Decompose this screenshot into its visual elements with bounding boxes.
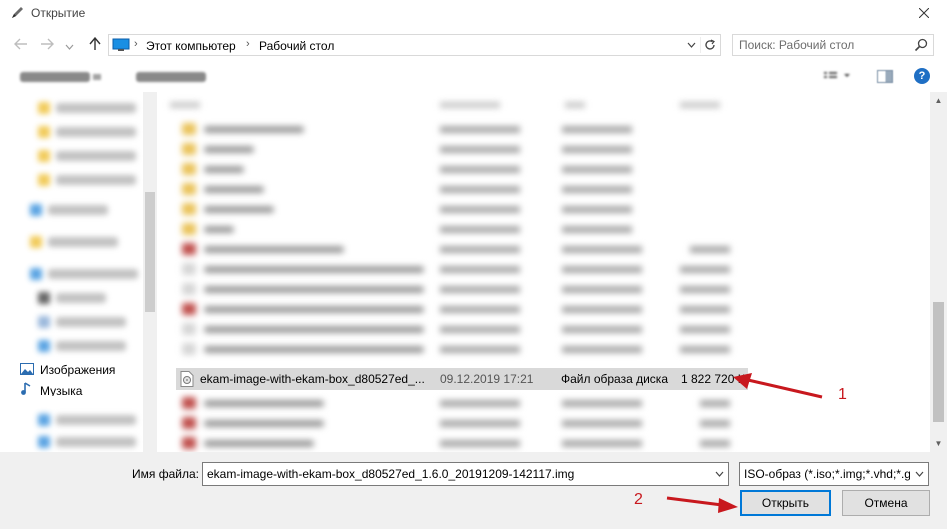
navigation-bar: › Этот компьютер › Рабочий стол — [0, 30, 947, 60]
recent-locations-button[interactable] — [63, 36, 75, 54]
sidebar-item-music[interactable]: Музыка — [20, 382, 142, 396]
view-list-icon — [824, 72, 850, 78]
blurred-file-rows — [160, 92, 930, 452]
blurred-sidebar-items — [0, 92, 157, 452]
window-title: Открытие — [31, 6, 86, 20]
scroll-down-arrow[interactable]: ▼ — [930, 435, 947, 452]
navigation-pane: Изображения Музыка — [0, 92, 157, 452]
organize-menu[interactable] — [20, 72, 90, 82]
filename-dropdown-button[interactable] — [712, 467, 726, 481]
sidebar-scrollbar-thumb[interactable] — [145, 192, 155, 312]
file-type-filter-value: ISO-образ (*.iso;*.img;*.vhd;*.gz — [744, 467, 910, 481]
search-box[interactable] — [732, 34, 934, 56]
address-dropdown-button[interactable] — [684, 37, 698, 53]
search-input[interactable] — [733, 35, 911, 55]
cancel-button[interactable]: Отмена — [842, 490, 930, 516]
pictures-icon — [20, 362, 34, 378]
filename-combobox[interactable] — [202, 462, 729, 486]
disk-image-file-icon — [180, 371, 194, 387]
annotation-marker-2: 2 — [634, 491, 643, 508]
music-icon — [20, 382, 34, 396]
chevron-down-icon — [913, 468, 925, 480]
scrollbar-thumb[interactable] — [933, 302, 944, 422]
pen-icon — [9, 5, 25, 21]
chevron-down-icon — [93, 74, 101, 80]
file-list — [160, 92, 930, 452]
file-name: ekam-image-with-ekam-box_d80527ed_... — [200, 372, 425, 386]
up-arrow-icon — [89, 36, 101, 54]
annotation-marker-1: 1 — [838, 386, 847, 403]
sidebar-item-label: Изображения — [40, 363, 116, 377]
chevron-right-icon: › — [246, 38, 250, 50]
forward-arrow-icon — [40, 37, 54, 53]
address-bar[interactable]: › Этот компьютер › Рабочий стол — [108, 34, 721, 56]
breadcrumb-desktop[interactable]: Рабочий стол — [259, 39, 334, 53]
file-list-scrollbar[interactable]: ▲ ▼ — [930, 92, 947, 452]
sidebar-item-label: Музыка — [40, 384, 83, 396]
file-type-filter-select[interactable]: ISO-образ (*.iso;*.img;*.vhd;*.gz — [739, 462, 929, 486]
close-button[interactable] — [901, 0, 947, 28]
command-toolbar: ? — [0, 62, 947, 90]
back-button[interactable] — [12, 36, 30, 54]
refresh-button[interactable] — [700, 37, 718, 53]
dialog-footer: Имя файла: ISO-образ (*.iso;*.img;*.vhd;… — [0, 452, 947, 529]
refresh-icon — [704, 39, 715, 50]
close-icon — [918, 7, 930, 21]
open-button[interactable]: Открыть — [740, 490, 831, 516]
filename-input[interactable] — [203, 463, 708, 485]
chevron-down-icon — [715, 471, 723, 477]
filename-label: Имя файла: — [132, 467, 199, 481]
selected-file-row[interactable]: ekam-image-with-ekam-box_d80527ed_... 09… — [176, 368, 748, 390]
file-date: 09.12.2019 17:21 — [440, 372, 534, 386]
chevron-down-icon — [687, 42, 695, 48]
up-button[interactable] — [86, 36, 104, 54]
search-icon[interactable] — [914, 38, 928, 52]
sidebar-item-pictures[interactable]: Изображения — [20, 360, 142, 380]
chevron-right-icon: › — [134, 38, 138, 50]
view-options-button[interactable] — [822, 68, 852, 84]
breadcrumb-this-pc[interactable]: Этот компьютер — [146, 39, 236, 53]
file-type: Файл образа диска — [561, 372, 668, 386]
computer-icon — [112, 38, 130, 52]
scroll-up-arrow[interactable]: ▲ — [930, 92, 947, 109]
chevron-down-icon — [65, 37, 74, 53]
title-bar: Открытие — [0, 0, 947, 28]
new-folder-button[interactable] — [136, 72, 206, 82]
back-arrow-icon — [14, 37, 28, 53]
preview-pane-icon[interactable] — [877, 70, 893, 83]
help-icon[interactable]: ? — [914, 68, 930, 84]
forward-button[interactable] — [38, 36, 56, 54]
file-size: 1 822 720 КБ — [681, 372, 748, 386]
